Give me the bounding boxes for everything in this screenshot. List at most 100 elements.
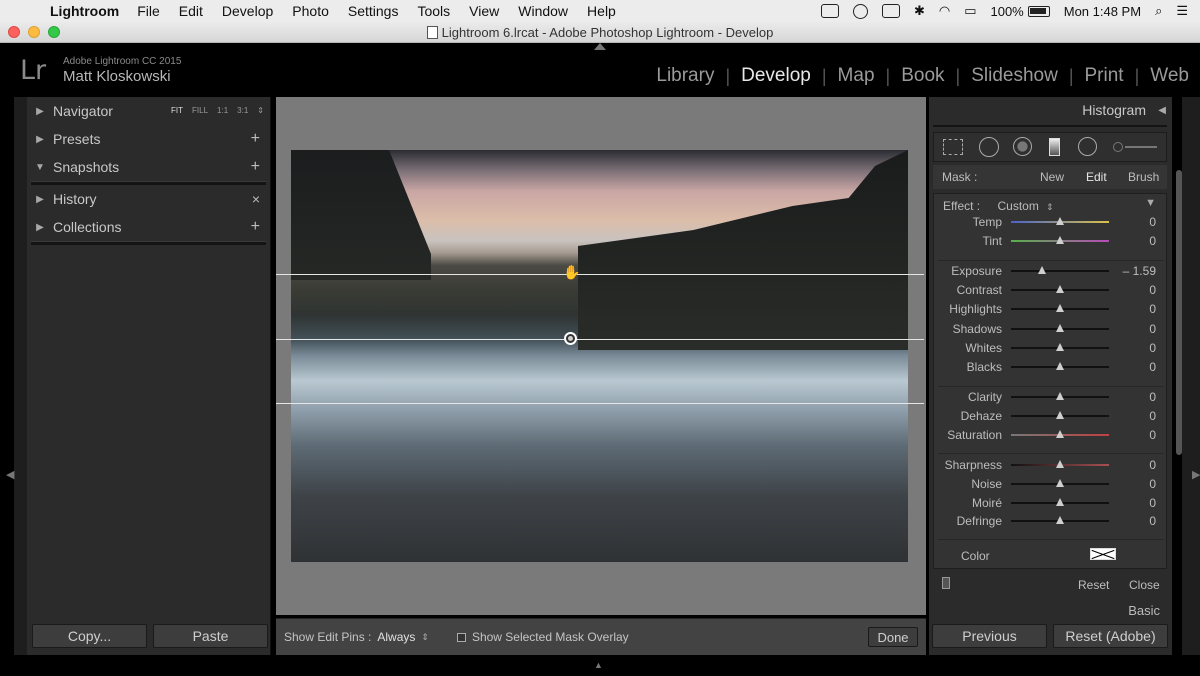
slider-knob-saturation[interactable]	[1056, 430, 1064, 438]
spot-removal-tool-icon[interactable]	[979, 137, 999, 157]
mask-reset-button[interactable]: Reset	[1078, 578, 1109, 592]
menu-help[interactable]: Help	[587, 3, 616, 19]
slider-knob-noise[interactable]	[1056, 479, 1064, 487]
wifi-icon[interactable]: ◠	[939, 3, 950, 19]
module-book[interactable]: Book	[890, 65, 955, 87]
color-swatch[interactable]	[1090, 548, 1116, 560]
module-web[interactable]: Web	[1139, 65, 1189, 87]
mask-enable-switch[interactable]	[942, 577, 950, 589]
red-eye-tool-icon[interactable]	[1013, 137, 1032, 156]
select-stepper-icon[interactable]: ⇕	[1046, 202, 1054, 212]
copy-button[interactable]: Copy...	[32, 624, 147, 648]
slider-knob-blacks[interactable]	[1056, 362, 1064, 370]
module-print[interactable]: Print	[1074, 65, 1135, 87]
effect-preset-select[interactable]: Custom	[997, 199, 1038, 213]
show-edit-pins-select[interactable]: Always	[377, 630, 415, 644]
right-panel-edge[interactable]: ▶	[1182, 97, 1200, 655]
slider-value-moir-[interactable]: 0	[1149, 496, 1156, 510]
clear-history-icon[interactable]: ×	[252, 191, 260, 207]
graduated-filter-pin[interactable]	[564, 332, 577, 345]
slider-knob-exposure[interactable]	[1038, 266, 1047, 274]
slider-knob-dehaze[interactable]	[1056, 411, 1064, 419]
graduated-filter-top-line[interactable]	[276, 274, 924, 275]
presets-panel-header[interactable]: ▶ Presets +	[27, 125, 270, 153]
menu-settings[interactable]: Settings	[348, 3, 399, 19]
slider-value-saturation[interactable]: 0	[1149, 428, 1156, 442]
spotlight-search-icon[interactable]: ⌕	[1155, 3, 1162, 19]
clock[interactable]: Mon 1:48 PM	[1064, 4, 1141, 19]
slider-knob-sharpness[interactable]	[1056, 460, 1064, 468]
slider-knob-shadows[interactable]	[1056, 324, 1064, 332]
basic-panel-header[interactable]: Basic	[1128, 603, 1160, 618]
radial-filter-tool-icon[interactable]	[1078, 137, 1097, 156]
slider-value-clarity[interactable]: 0	[1149, 390, 1156, 404]
select-stepper-icon[interactable]: ⇕	[421, 632, 429, 643]
mask-new-button[interactable]: New	[1040, 170, 1064, 184]
filmstrip-toggle-icon[interactable]: ▲	[594, 660, 603, 670]
history-panel-header[interactable]: ▶ History ×	[27, 185, 270, 213]
menu-file[interactable]: File	[137, 3, 160, 19]
menu-app-name[interactable]: Lightroom	[50, 3, 119, 19]
slider-knob-contrast[interactable]	[1056, 285, 1064, 293]
airplay-icon[interactable]: ▭	[964, 3, 976, 19]
snapshots-panel-header[interactable]: ▼ Snapshots +	[27, 153, 270, 181]
menu-view[interactable]: View	[469, 3, 499, 19]
top-panel-toggle-icon[interactable]	[594, 43, 606, 50]
slider-value-shadows[interactable]: 0	[1149, 322, 1156, 336]
slider-value-sharpness[interactable]: 0	[1149, 458, 1156, 472]
slider-knob-temp[interactable]	[1056, 217, 1064, 225]
zoom-fit[interactable]: FIT	[171, 106, 183, 115]
adjustment-brush-tool-icon[interactable]	[1113, 142, 1123, 152]
left-panel-toggle-icon[interactable]: ◀	[6, 468, 14, 481]
done-button[interactable]: Done	[868, 627, 918, 647]
graduated-filter-bottom-line[interactable]	[276, 403, 924, 404]
slider-value-contrast[interactable]: 0	[1149, 283, 1156, 297]
slider-value-temp[interactable]: 0	[1149, 215, 1156, 229]
maximize-window-button[interactable]	[48, 26, 60, 38]
slider-value-defringe[interactable]: 0	[1149, 514, 1156, 528]
notification-center-icon[interactable]: ☰	[1176, 3, 1188, 19]
zoom-1-1[interactable]: 1:1	[217, 106, 228, 115]
slider-knob-clarity[interactable]	[1056, 392, 1064, 400]
previous-button[interactable]: Previous	[932, 624, 1047, 648]
menu-edit[interactable]: Edit	[179, 3, 203, 19]
effect-panel-toggle-icon[interactable]: ▼	[1145, 197, 1156, 209]
slider-value-dehaze[interactable]: 0	[1149, 409, 1156, 423]
battery-status[interactable]: 100%	[990, 4, 1050, 19]
menu-photo[interactable]: Photo	[292, 3, 329, 19]
zoom-fill[interactable]: FILL	[192, 106, 208, 115]
menu-develop[interactable]: Develop	[222, 3, 273, 19]
left-panel-edge[interactable]: ◀	[6, 97, 27, 655]
mask-overlay-checkbox[interactable]	[456, 632, 466, 642]
graduated-filter-tool-icon[interactable]	[1049, 138, 1060, 156]
zoom-stepper-icon[interactable]: ⇕	[257, 106, 264, 115]
slider-value-tint[interactable]: 0	[1149, 234, 1156, 248]
module-library[interactable]: Library	[645, 65, 725, 87]
add-preset-icon[interactable]: +	[251, 131, 260, 147]
right-panel-toggle-icon[interactable]: ▶	[1192, 468, 1200, 481]
crop-tool-icon[interactable]	[943, 139, 963, 155]
module-map[interactable]: Map	[827, 65, 886, 87]
menu-tools[interactable]: Tools	[417, 3, 450, 19]
add-snapshot-icon[interactable]: +	[251, 159, 260, 175]
mask-close-button[interactable]: Close	[1129, 578, 1160, 592]
slider-knob-moir-[interactable]	[1056, 498, 1064, 506]
slider-value-blacks[interactable]: 0	[1149, 360, 1156, 374]
minimize-window-button[interactable]	[28, 26, 40, 38]
close-window-button[interactable]	[8, 26, 20, 38]
histogram-panel-header[interactable]: Histogram ◀	[929, 97, 1172, 124]
menu-window[interactable]: Window	[518, 3, 568, 19]
add-collection-icon[interactable]: +	[251, 219, 260, 235]
screen-record-icon[interactable]	[820, 4, 839, 18]
slider-knob-defringe[interactable]	[1056, 516, 1064, 524]
river-photo[interactable]	[291, 150, 908, 562]
paste-button[interactable]: Paste	[153, 624, 268, 648]
slider-knob-whites[interactable]	[1056, 343, 1064, 351]
slider-value-whites[interactable]: 0	[1149, 341, 1156, 355]
graduated-filter-center-line[interactable]	[276, 339, 924, 340]
collections-panel-header[interactable]: ▶ Collections +	[27, 213, 270, 241]
slider-knob-tint[interactable]	[1056, 236, 1064, 244]
creative-cloud-icon[interactable]	[852, 3, 868, 19]
mask-edit-button[interactable]: Edit	[1086, 170, 1107, 184]
module-develop[interactable]: Develop	[730, 65, 822, 87]
